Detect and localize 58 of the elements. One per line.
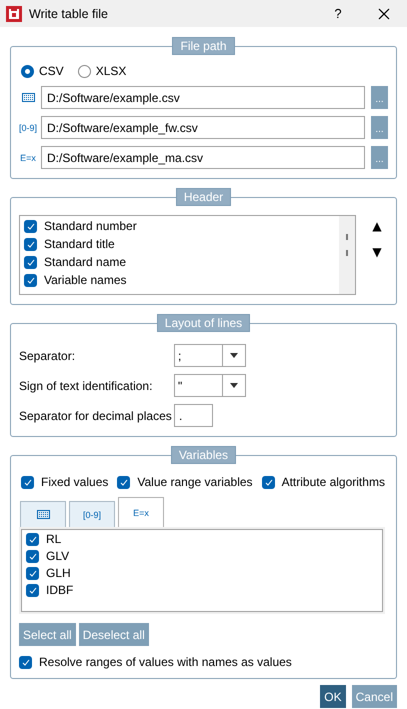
radio-button[interactable]	[21, 64, 34, 78]
group-title: File path	[172, 37, 235, 55]
help-button[interactable]: ?	[315, 6, 361, 21]
list-item: GLH	[46, 566, 71, 580]
checkbox[interactable]	[26, 584, 39, 596]
list-item: GLV	[46, 549, 70, 563]
field-label: Separator:	[19, 348, 76, 362]
checkbox[interactable]	[26, 550, 39, 562]
dropdown[interactable]: "	[174, 374, 246, 397]
checkbox-label: Resolve ranges of values with names as values	[39, 655, 292, 669]
dropdown[interactable]: ;	[174, 344, 246, 367]
move-up-button[interactable]: ▲	[372, 219, 382, 233]
checkbox[interactable]	[24, 256, 37, 268]
path-field[interactable]: D:/Software/example_ma.csv	[41, 146, 365, 169]
scrollbar[interactable]	[339, 216, 355, 294]
close-icon[interactable]	[378, 8, 390, 20]
grid-icon	[36, 510, 50, 519]
checkbox[interactable]	[24, 220, 37, 232]
ok-button[interactable]: OK	[320, 685, 346, 708]
radio-label: CSV	[39, 64, 64, 78]
app-icon	[6, 6, 22, 22]
radio-label: XLSX	[96, 64, 126, 78]
caret-icon	[230, 383, 238, 388]
checkbox-label: Value range variables	[137, 475, 253, 489]
range-label: [0-9]	[19, 122, 37, 132]
tab[interactable]: [0-9]	[69, 501, 115, 527]
list-item: RL	[46, 532, 62, 546]
checkbox[interactable]	[24, 274, 37, 286]
list-item: Standard number	[44, 219, 137, 233]
checkbox[interactable]	[26, 532, 39, 546]
list-item: Standard title	[44, 237, 115, 251]
field-label: Separator for decimal places	[19, 408, 173, 422]
grid-icon	[22, 93, 34, 102]
tab[interactable]: E=x	[118, 497, 164, 527]
group-title: Variables	[170, 446, 236, 464]
checkbox[interactable]	[26, 566, 39, 580]
path-field[interactable]: D:/Software/example.csv	[41, 86, 365, 109]
checkbox[interactable]	[24, 238, 37, 250]
checkbox[interactable]	[117, 476, 130, 488]
tab[interactable]	[20, 501, 66, 527]
field-label: Sign of text identification:	[19, 378, 154, 392]
window-title: Write table file	[29, 6, 109, 20]
list-item: Variable names	[44, 273, 126, 287]
checkbox-label: Attribute algorithms	[282, 475, 385, 489]
checkbox[interactable]	[262, 476, 275, 488]
text-field[interactable]: .	[174, 404, 213, 427]
caret-icon	[230, 353, 238, 358]
checkbox[interactable]	[19, 656, 32, 668]
range-label: E=x	[20, 152, 36, 162]
checkbox[interactable]	[21, 476, 34, 488]
checkbox-label: Fixed values	[41, 475, 108, 489]
list-item: IDBF	[46, 583, 74, 597]
move-down-button[interactable]: ▼	[372, 245, 382, 259]
group-title: Layout of lines	[156, 314, 250, 332]
group-title: Header	[176, 188, 232, 206]
list-item: Standard name	[44, 255, 126, 269]
path-field[interactable]: D:/Software/example_fw.csv	[41, 116, 365, 139]
radio-button[interactable]	[78, 64, 91, 78]
